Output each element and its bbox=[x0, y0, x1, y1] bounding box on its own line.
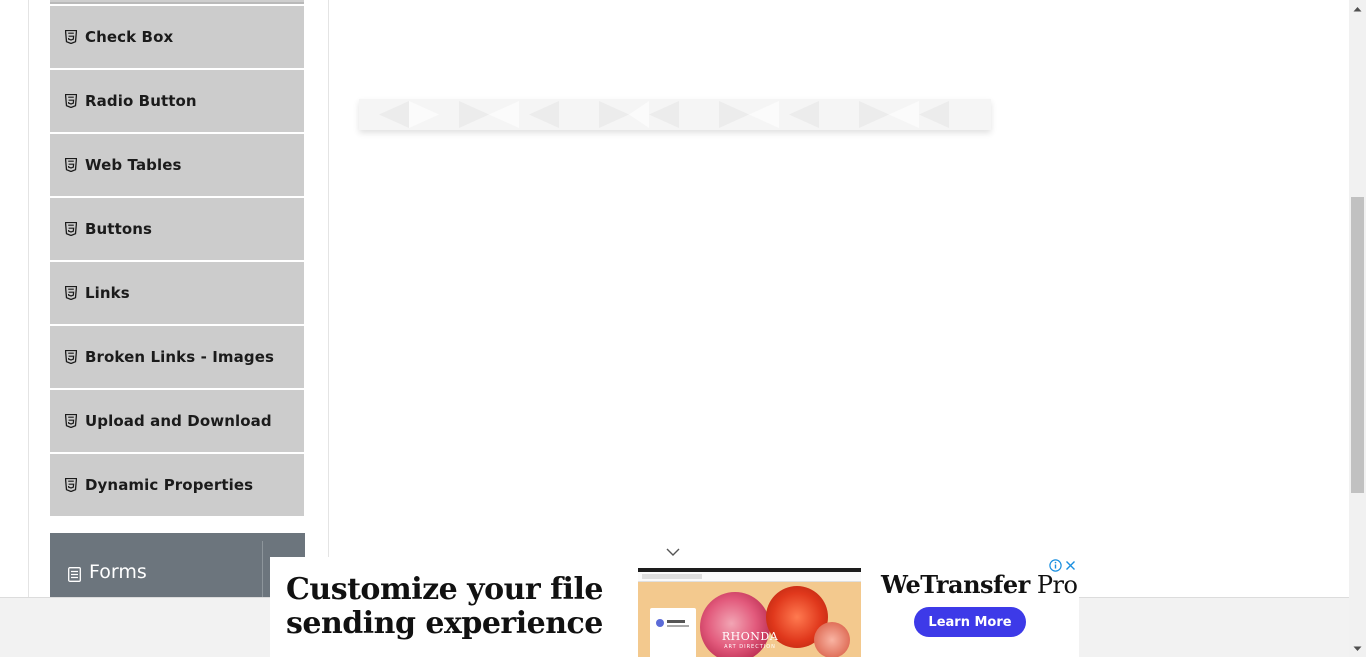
sidebar-item-broken-links-images[interactable]: Broken Links - Images bbox=[50, 326, 304, 389]
vertical-scrollbar[interactable] bbox=[1349, 0, 1366, 657]
left-divider bbox=[28, 0, 29, 600]
ad-image-urlbox bbox=[642, 574, 702, 579]
sidebar-item-label: Check Box bbox=[85, 28, 174, 46]
sidebar-item-check-box[interactable]: Check Box bbox=[50, 6, 304, 69]
close-icon[interactable] bbox=[1063, 558, 1078, 573]
sidebar-item-web-tables[interactable]: Web Tables bbox=[50, 134, 304, 197]
sidebar-item-links[interactable]: Links bbox=[50, 262, 304, 325]
html5-icon bbox=[65, 94, 77, 108]
group-header-forms[interactable]: Forms bbox=[50, 533, 305, 603]
html5-icon bbox=[65, 286, 77, 300]
scrollbar-thumb[interactable] bbox=[1351, 197, 1364, 493]
scroll-down-icon[interactable] bbox=[1349, 640, 1366, 657]
sidebar-item-upload-and-download[interactable]: Upload and Download bbox=[50, 390, 304, 453]
html5-icon bbox=[65, 350, 77, 364]
ad-headline[interactable]: Customize your file sending experience bbox=[286, 573, 626, 641]
ad-image-brand: RHONDA bbox=[721, 630, 779, 643]
sidebar-item-radio-button[interactable]: Radio Button bbox=[50, 70, 304, 133]
html5-icon bbox=[65, 158, 77, 172]
html5-icon bbox=[65, 414, 77, 428]
ad-image-card-line bbox=[667, 625, 689, 627]
sidebar-item-label: Upload and Download bbox=[85, 412, 272, 430]
ad-image[interactable]: RHONDA ART DIRECTION bbox=[638, 568, 861, 657]
html5-icon bbox=[65, 30, 77, 44]
sidebar-item-label: Broken Links - Images bbox=[85, 348, 275, 366]
html5-icon bbox=[65, 478, 77, 492]
ad-brand-bold: WeTransfer bbox=[881, 570, 1030, 599]
menu-item-previous-partial[interactable] bbox=[50, 0, 304, 4]
flower-shape bbox=[814, 622, 850, 657]
ad-image-card-title bbox=[667, 620, 685, 623]
banner-placeholder bbox=[359, 99, 991, 130]
sidebar-item-label: Dynamic Properties bbox=[85, 476, 254, 494]
plus-icon bbox=[656, 619, 664, 627]
sidebar-item-buttons[interactable]: Buttons bbox=[50, 198, 304, 261]
sidebar-item-label: Buttons bbox=[85, 220, 153, 238]
sidebar-item-label: Links bbox=[85, 284, 130, 302]
group-header-label: Forms bbox=[89, 561, 147, 583]
ad-image-card bbox=[650, 608, 696, 657]
ad-info-icon[interactable] bbox=[1048, 558, 1063, 573]
sidebar-item-label: Radio Button bbox=[85, 92, 197, 110]
document-icon bbox=[68, 567, 81, 582]
content-divider bbox=[328, 0, 329, 600]
sidebar-item-dynamic-properties[interactable]: Dynamic Properties bbox=[50, 454, 304, 517]
chevron-down-icon[interactable] bbox=[665, 543, 681, 556]
page: Check Box Radio Button Web Tables Button… bbox=[0, 0, 1366, 657]
scroll-up-icon[interactable] bbox=[1349, 0, 1366, 17]
ad-image-browserbar bbox=[638, 572, 861, 582]
ad-brand-name: WeTransfer Pro bbox=[881, 570, 1078, 599]
group-header-divider bbox=[262, 541, 263, 603]
ad-image-brand-sub: ART DIRECTION bbox=[724, 644, 776, 650]
learn-more-button[interactable]: Learn More bbox=[914, 607, 1026, 637]
html5-icon bbox=[65, 222, 77, 236]
sidebar-item-label: Web Tables bbox=[85, 156, 182, 174]
ad-brand-rest: Pro bbox=[1029, 571, 1078, 599]
advertisement[interactable]: Customize your file sending experience R… bbox=[270, 557, 1079, 657]
